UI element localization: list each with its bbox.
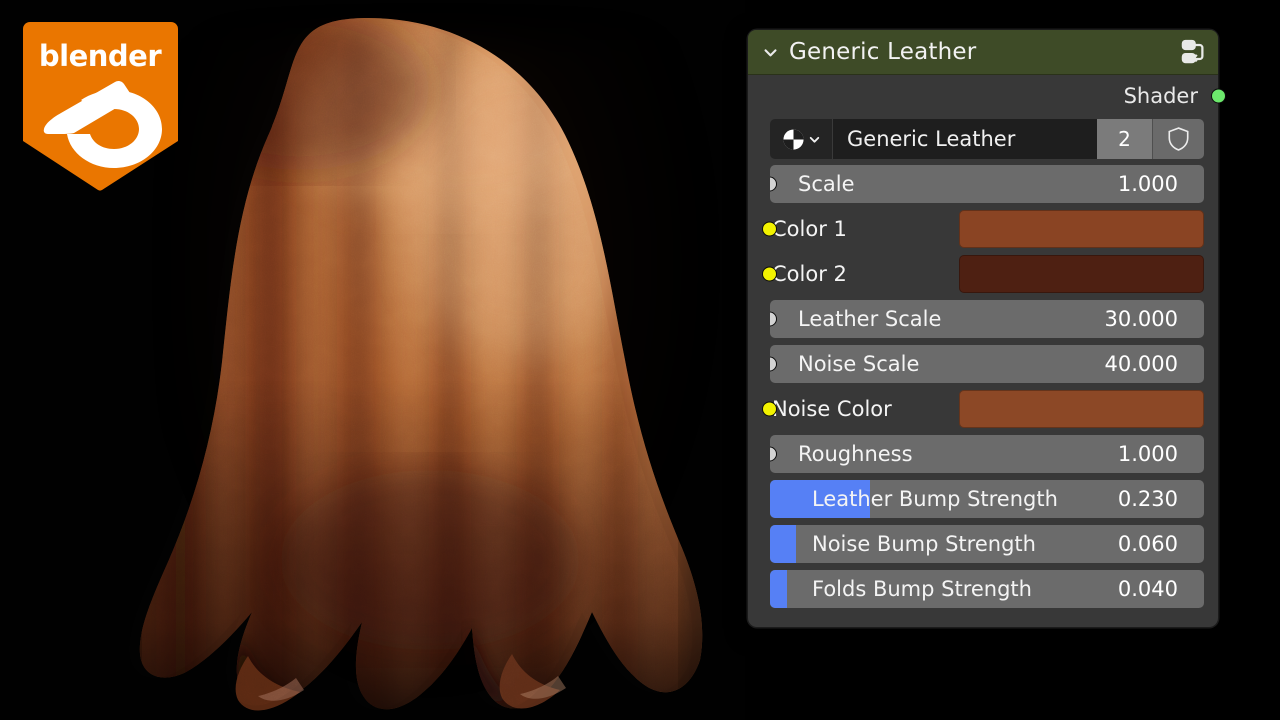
blender-wordmark: blender [39, 39, 162, 73]
node-input-row[interactable]: Leather Bump Strength 0.230 [770, 480, 1204, 518]
input-value[interactable]: 0.060 [1118, 532, 1204, 556]
input-value[interactable]: 0.230 [1118, 487, 1204, 511]
input-socket[interactable] [762, 401, 777, 417]
node-input-row[interactable]: Color 1 [762, 210, 1204, 248]
input-label: Leather Bump Strength [812, 487, 1058, 511]
input-socket[interactable] [762, 221, 777, 237]
node-input-list: Scale 1.000 Color 1 Color 2 Leather Scale 30.… [748, 165, 1218, 608]
input-value[interactable]: 1.000 [1118, 442, 1204, 466]
node-input-row[interactable]: Leather Scale 30.000 [770, 300, 1204, 338]
input-value[interactable]: 30.000 [1105, 307, 1204, 331]
input-label: Color 1 [772, 217, 847, 241]
input-label: Noise Color [772, 397, 892, 421]
node-input-row[interactable]: Noise Scale 40.000 [770, 345, 1204, 383]
input-socket[interactable] [762, 266, 777, 282]
color-swatch[interactable] [959, 255, 1204, 293]
node-output-shader[interactable]: Shader [748, 75, 1226, 117]
node-input-row[interactable]: Noise Color [762, 390, 1204, 428]
node-body: Shader Generic Leather 2 Scale 1.000 Col… [748, 75, 1226, 608]
material-name-field[interactable]: Generic Leather [832, 119, 1097, 159]
fake-user-button[interactable] [1152, 119, 1204, 159]
chevron-down-icon[interactable] [808, 133, 821, 146]
chevron-down-icon[interactable] [762, 44, 779, 61]
node-header[interactable]: Generic Leather [748, 30, 1218, 75]
material-browse-button[interactable] [770, 119, 832, 159]
node-input-row[interactable]: Scale 1.000 [770, 165, 1204, 203]
input-label: Color 2 [772, 262, 847, 286]
input-label: Noise Scale [798, 352, 920, 376]
shader-node-panel[interactable]: Generic Leather Shader Generic Leather 2… [748, 30, 1226, 627]
input-value[interactable]: 40.000 [1105, 352, 1204, 376]
input-label: Leather Scale [798, 307, 942, 331]
output-label: Shader [1123, 84, 1198, 108]
material-sphere-icon [782, 128, 804, 150]
color-swatch[interactable] [959, 390, 1204, 428]
screen: blender Generic Leather Shader Generic L… [0, 0, 1280, 720]
node-input-row[interactable]: Roughness 1.000 [770, 435, 1204, 473]
color-swatch[interactable] [959, 210, 1204, 248]
node-title: Generic Leather [789, 39, 977, 65]
node-group-icon[interactable] [1178, 37, 1208, 67]
material-user-count[interactable]: 2 [1097, 119, 1152, 159]
node-input-row[interactable]: Folds Bump Strength 0.040 [770, 570, 1204, 608]
blender-logo-badge: blender [18, 12, 183, 194]
shield-icon [1168, 127, 1189, 151]
node-input-row[interactable]: Color 2 [762, 255, 1204, 293]
input-label: Roughness [798, 442, 913, 466]
input-value[interactable]: 0.040 [1118, 577, 1204, 601]
input-label: Noise Bump Strength [812, 532, 1036, 556]
input-value[interactable]: 1.000 [1118, 172, 1204, 196]
material-datablock-selector[interactable]: Generic Leather 2 [770, 119, 1204, 159]
socket-shader-output[interactable] [1211, 88, 1226, 104]
input-label: Folds Bump Strength [812, 577, 1032, 601]
input-label: Scale [798, 172, 855, 196]
node-input-row[interactable]: Noise Bump Strength 0.060 [770, 525, 1204, 563]
